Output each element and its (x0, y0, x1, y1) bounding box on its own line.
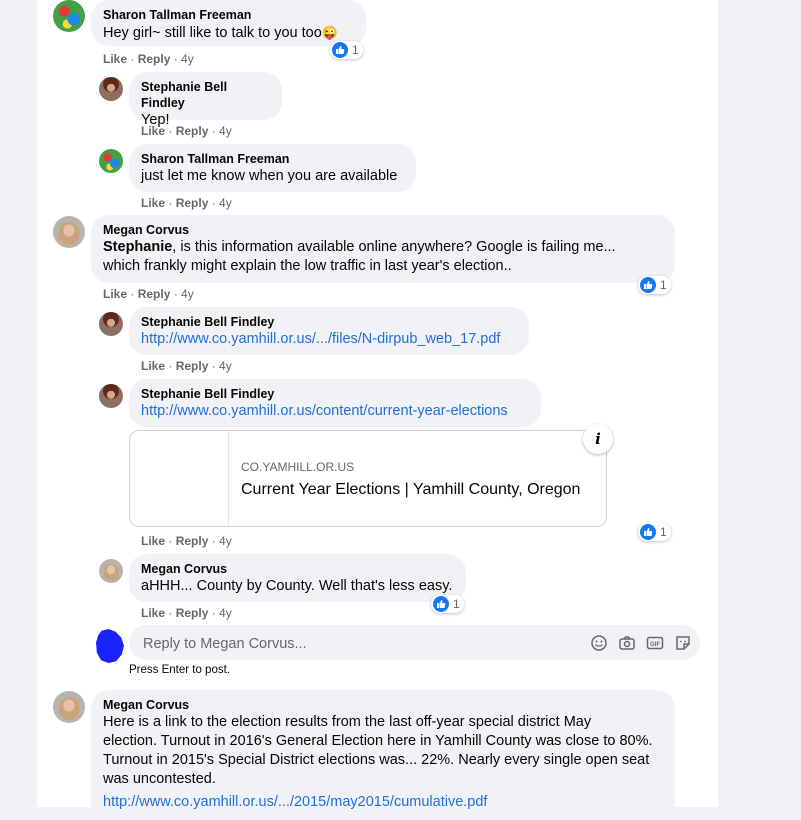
like-link[interactable]: Like (103, 52, 127, 66)
comment-bubble: Sharon Tallman Freeman Hey girl~ still l… (91, 0, 366, 46)
link-preview-card[interactable]: CO.YAMHILL.OR.US Current Year Elections … (129, 430, 607, 527)
svg-text:GIF: GIF (650, 642, 660, 648)
timestamp[interactable]: 4y (219, 196, 232, 210)
avatar-stephanie[interactable] (99, 77, 123, 101)
comment-bubble: Megan Corvus Here is a link to the elect… (91, 690, 675, 820)
comment-actions: Like · Reply · 4y (141, 359, 232, 373)
comment-actions: Like · Reply · 4y (141, 196, 232, 210)
comment-text: which frankly might explain the low traf… (103, 258, 512, 274)
avatar-sharon[interactable] (53, 0, 85, 32)
comment-link[interactable]: http://www.co.yamhill.or.us/content/curr… (141, 402, 529, 421)
reply-link[interactable]: Reply (176, 124, 209, 138)
reply-link[interactable]: Reply (176, 359, 209, 373)
comment-bubble: Stephanie Bell Findley Yep! (129, 72, 282, 128)
comment-author[interactable]: Stephanie Bell Findley (141, 386, 529, 402)
comment-text: Hey girl~ still like to talk to you too😜 (103, 25, 338, 41)
comment-bubble: Stephanie Bell Findley http://www.co.yam… (129, 307, 529, 355)
comment-actions: Like · Reply · 4y (141, 606, 232, 620)
avatar-megan[interactable] (99, 559, 123, 583)
emoji-icon[interactable] (590, 634, 608, 652)
comment-author[interactable]: Sharon Tallman Freeman (141, 151, 404, 167)
timestamp[interactable]: 4y (219, 534, 232, 548)
comment-bubble: Stephanie Bell Findley http://www.co.yam… (129, 379, 541, 427)
comment-text: Stephanie, is this information available… (103, 239, 616, 255)
reaction-count[interactable]: 1 (330, 41, 363, 59)
timestamp[interactable]: 4y (219, 359, 232, 373)
reply-input[interactable] (141, 625, 575, 662)
reply-link[interactable]: Reply (138, 52, 171, 66)
avatar-stephanie[interactable] (99, 312, 123, 336)
like-thumb-icon (433, 596, 449, 612)
scrollbar[interactable] (791, 0, 801, 807)
comment-bubble: Megan Corvus Stephanie, is this informat… (91, 215, 675, 283)
reply-link[interactable]: Reply (176, 534, 209, 548)
mention-link[interactable]: Stephanie (103, 239, 172, 255)
reaction-count[interactable]: 1 (638, 276, 671, 294)
gif-icon[interactable]: GIF (646, 634, 664, 652)
like-link[interactable]: Like (141, 534, 165, 548)
avatar-sharon[interactable] (99, 149, 123, 173)
reply-link[interactable]: Reply (176, 196, 209, 210)
camera-icon[interactable] (618, 634, 636, 652)
comment-actions: Like · Reply · 4y (141, 534, 232, 548)
like-link[interactable]: Like (141, 196, 165, 210)
comment-text: aHHH... County by County. Well that's le… (141, 578, 453, 594)
timestamp[interactable]: 4y (181, 287, 194, 301)
comment-text-line: Here is a link to the election results f… (103, 714, 592, 730)
like-thumb-icon (640, 524, 656, 540)
comment-author[interactable]: Stephanie Bell Findley (141, 79, 270, 111)
comment-author[interactable]: Megan Corvus (103, 697, 663, 713)
preview-thumbnail (130, 431, 229, 526)
comment-text-line: election. Turnout in 2016's General Elec… (103, 733, 653, 749)
like-link[interactable]: Like (103, 287, 127, 301)
comment-author[interactable]: Megan Corvus (103, 222, 663, 238)
comment-link[interactable]: http://www.co.yamhill.or.us/.../2015/may… (103, 793, 663, 812)
comment-actions: Like · Reply · 4y (103, 287, 194, 301)
avatar-megan[interactable] (53, 691, 85, 723)
like-thumb-icon (332, 42, 348, 58)
preview-title: Current Year Elections | Yamhill County,… (241, 481, 581, 498)
comment-actions: Like · Reply · 4y (141, 124, 232, 138)
comment-text-line: was uncontested. (103, 771, 216, 787)
like-link[interactable]: Like (141, 606, 165, 620)
like-link[interactable]: Like (141, 124, 165, 138)
comment-author[interactable]: Stephanie Bell Findley (141, 314, 517, 330)
reaction-count[interactable]: 1 (431, 595, 464, 613)
like-link[interactable]: Like (141, 359, 165, 373)
avatar-megan[interactable] (53, 216, 85, 248)
comment-actions: Like · Reply · 4y (103, 52, 194, 66)
info-icon[interactable]: i (583, 424, 613, 454)
timestamp[interactable]: 4y (181, 52, 194, 66)
comment-link[interactable]: http://www.co.yamhill.or.us/.../files/N-… (141, 330, 517, 349)
like-thumb-icon (640, 277, 656, 293)
winking-emoji-icon: 😜 (321, 25, 338, 40)
reply-link[interactable]: Reply (176, 606, 209, 620)
timestamp[interactable]: 4y (219, 124, 232, 138)
reply-composer: GIF (129, 625, 700, 662)
preview-domain: CO.YAMHILL.OR.US (241, 460, 355, 474)
comment-bubble: Megan Corvus aHHH... County by County. W… (129, 554, 466, 602)
sticker-icon[interactable] (674, 634, 692, 652)
comment-text: just let me know when you are available (141, 168, 398, 184)
avatar-stephanie[interactable] (99, 384, 123, 408)
reaction-count[interactable]: 1 (638, 523, 671, 541)
reply-link[interactable]: Reply (138, 287, 171, 301)
press-enter-hint: Press Enter to post. (129, 664, 230, 676)
comment-text-line: Turnout in 2015's Special District elect… (103, 752, 650, 768)
comment-author[interactable]: Sharon Tallman Freeman (103, 7, 354, 23)
comment-author[interactable]: Megan Corvus (141, 561, 454, 577)
timestamp[interactable]: 4y (219, 606, 232, 620)
comment-bubble: Sharon Tallman Freeman just let me know … (129, 144, 416, 192)
